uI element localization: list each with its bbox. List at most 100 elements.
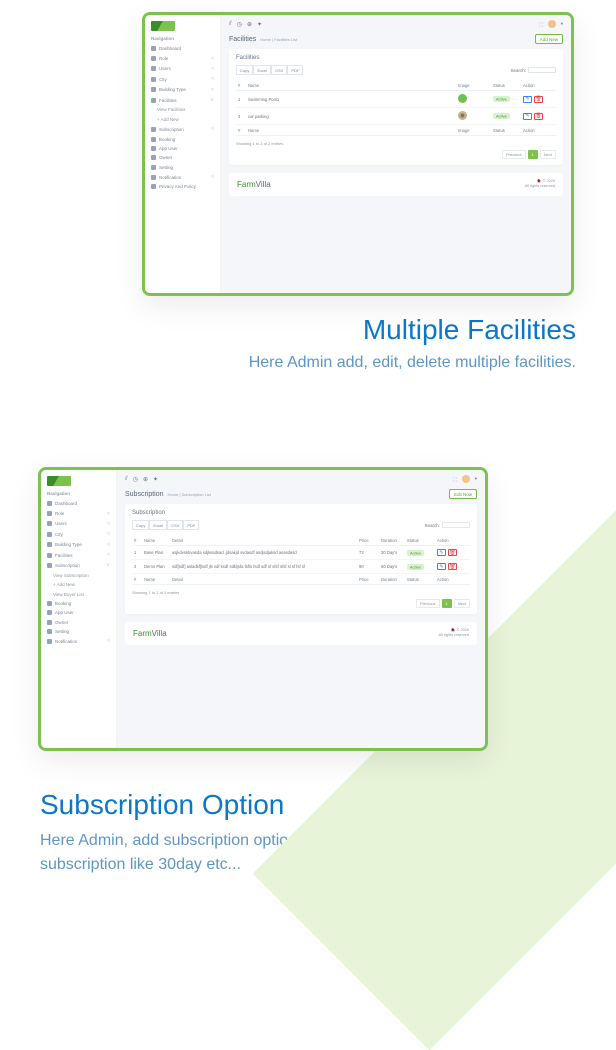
section1-title: Multiple Facilities — [0, 314, 576, 346]
pager-prev[interactable]: Previous — [416, 599, 440, 608]
th-status[interactable]: Status — [405, 535, 435, 546]
sidebar: Navigation Dashboard Role< Users< City< … — [145, 15, 221, 293]
sidebar-item-notification[interactable]: Notification< — [43, 636, 114, 646]
page-title: Facilities — [229, 36, 256, 43]
sidebar-item-owner[interactable]: Owner — [147, 153, 218, 162]
th-duration[interactable]: Duration — [379, 535, 405, 546]
pager-prev[interactable]: Previous — [502, 150, 526, 159]
chevron-down-icon[interactable]: ▾ — [475, 476, 477, 482]
footer-copyright: 🐞 © 2020 All rights reserved — [525, 179, 555, 190]
sidebar-item-city[interactable]: City< — [147, 74, 218, 84]
search-input[interactable] — [528, 67, 556, 73]
sidebar-sub-view-buyer[interactable]: View Buyer List — [43, 589, 114, 598]
edit-button[interactable]: ✎ — [437, 563, 446, 570]
sidebar-item-subscription[interactable]: Subscription< — [147, 124, 218, 134]
export-excel-button[interactable]: Excel — [149, 520, 167, 530]
car-icon[interactable]: ⊕ — [247, 21, 252, 28]
sidebar-sub-view-facilities[interactable]: View Facilities — [147, 105, 218, 114]
sidebar-item-setting[interactable]: Setting — [147, 163, 218, 172]
th-status[interactable]: Status — [491, 80, 521, 91]
table-row: 2 Demo Plan sdf[sdf] asladkf]lsdf jls sd… — [132, 560, 470, 574]
table-row: 1 Swimming Pool1 Active ✎🗑 — [236, 91, 556, 108]
clock-icon[interactable]: ◷ — [237, 21, 242, 28]
sidebar-item-appuser[interactable]: App User — [43, 608, 114, 617]
sidebar-item-booking[interactable]: Booking — [147, 134, 218, 143]
th-name[interactable]: Name — [142, 535, 170, 546]
expand-icon[interactable]: ⛶ — [540, 22, 543, 27]
edit-button[interactable]: ✎ — [437, 549, 446, 556]
delete-button[interactable]: 🗑 — [448, 563, 457, 570]
add-new-button[interactable]: Add New — [535, 34, 563, 44]
sidebar-item-users[interactable]: Users< — [147, 64, 218, 74]
th-num[interactable]: # — [132, 535, 142, 546]
sidebar-item-subscription[interactable]: Subscription∨ — [43, 560, 114, 570]
nav-heading: Navigation — [151, 36, 214, 41]
pager-page-1[interactable]: 1 — [528, 150, 538, 159]
delete-button[interactable]: 🗑 — [534, 113, 543, 120]
sidebar-item-role[interactable]: Role< — [43, 508, 114, 518]
export-pdf-button[interactable]: PDF — [183, 520, 199, 530]
th-action[interactable]: Action — [521, 80, 556, 91]
sidebar-item-appuser[interactable]: App User — [147, 144, 218, 153]
th-name[interactable]: Name — [246, 80, 456, 91]
chart-icon[interactable]: ⫽ — [125, 476, 128, 483]
search-input[interactable] — [442, 522, 470, 528]
nav-heading: Navigation — [47, 491, 110, 496]
avatar[interactable] — [462, 475, 470, 483]
sidebar-item-facilities[interactable]: Facilities< — [43, 550, 114, 560]
sidebar-item-dashboard[interactable]: Dashboard — [147, 44, 218, 53]
export-copy-button[interactable]: Copy — [236, 65, 253, 75]
status-badge: Active — [407, 564, 424, 570]
page-title: Subscription — [125, 491, 164, 498]
pager-next[interactable]: Next — [540, 150, 556, 159]
status-badge: Active — [493, 113, 510, 119]
topbar: ⫽ ◷ ⊕ ✦ ⛶ ▾ — [229, 20, 563, 28]
delete-button[interactable]: 🗑 — [448, 549, 457, 556]
pager-page-1[interactable]: 1 — [442, 599, 452, 608]
edit-now-button[interactable]: Edit Now — [449, 489, 477, 499]
sidebar-item-building-type[interactable]: Building Type< — [147, 85, 218, 95]
edit-button[interactable]: ✎ — [523, 96, 532, 103]
sidebar-item-booking[interactable]: Booking — [43, 599, 114, 608]
th-image[interactable]: Image — [456, 80, 491, 91]
sidebar-sub-add-subscription[interactable]: + Add New — [43, 580, 114, 589]
subscription-screenshot: Navigation Dashboard Role< Users< City< … — [38, 467, 488, 751]
sidebar-item-dashboard[interactable]: Dashboard — [43, 499, 114, 508]
search-label: Search: — [424, 523, 440, 528]
edit-button[interactable]: ✎ — [523, 113, 532, 120]
sidebar-sub-add-facility[interactable]: + Add New — [147, 115, 218, 124]
sidebar-item-setting[interactable]: Setting — [43, 627, 114, 636]
sidebar-item-notification[interactable]: Notification< — [147, 172, 218, 182]
chevron-down-icon[interactable]: ▾ — [561, 21, 563, 27]
sidebar-item-city[interactable]: City< — [43, 529, 114, 539]
th-action[interactable]: Action — [435, 535, 470, 546]
pager-next[interactable]: Next — [454, 599, 470, 608]
footer-brand: FarmVilla — [237, 180, 271, 189]
car-icon[interactable]: ⊕ — [143, 476, 148, 483]
export-csv-button[interactable]: CSV — [167, 520, 183, 530]
th-detail[interactable]: Detail — [170, 535, 357, 546]
avatar[interactable] — [548, 20, 556, 28]
sidebar-item-privacy[interactable]: Privacy And Policy — [147, 182, 218, 191]
th-price[interactable]: Price — [357, 535, 379, 546]
delete-button[interactable]: 🗑 — [534, 96, 543, 103]
sidebar-item-owner[interactable]: Owner — [43, 618, 114, 627]
expand-icon[interactable]: ⛶ — [454, 477, 457, 482]
export-pdf-button[interactable]: PDF — [287, 65, 303, 75]
chart-icon[interactable]: ⫽ — [229, 21, 232, 28]
facility-image-icon — [458, 111, 467, 120]
th-num[interactable]: # — [236, 80, 246, 91]
sidebar-item-facilities[interactable]: Facilities∨ — [147, 95, 218, 105]
logo — [47, 476, 71, 486]
sidebar-item-role[interactable]: Role< — [147, 53, 218, 63]
sidebar-sub-view-subscription[interactable]: View Subscription — [43, 571, 114, 580]
sidebar-item-users[interactable]: Users< — [43, 519, 114, 529]
star-icon[interactable]: ✦ — [257, 21, 262, 28]
export-csv-button[interactable]: CSV — [271, 65, 287, 75]
export-copy-button[interactable]: Copy — [132, 520, 149, 530]
sidebar-item-building-type[interactable]: Building Type< — [43, 540, 114, 550]
clock-icon[interactable]: ◷ — [133, 476, 138, 483]
star-icon[interactable]: ✦ — [153, 476, 158, 483]
export-excel-button[interactable]: Excel — [253, 65, 271, 75]
card-title: Facilities — [236, 55, 556, 61]
